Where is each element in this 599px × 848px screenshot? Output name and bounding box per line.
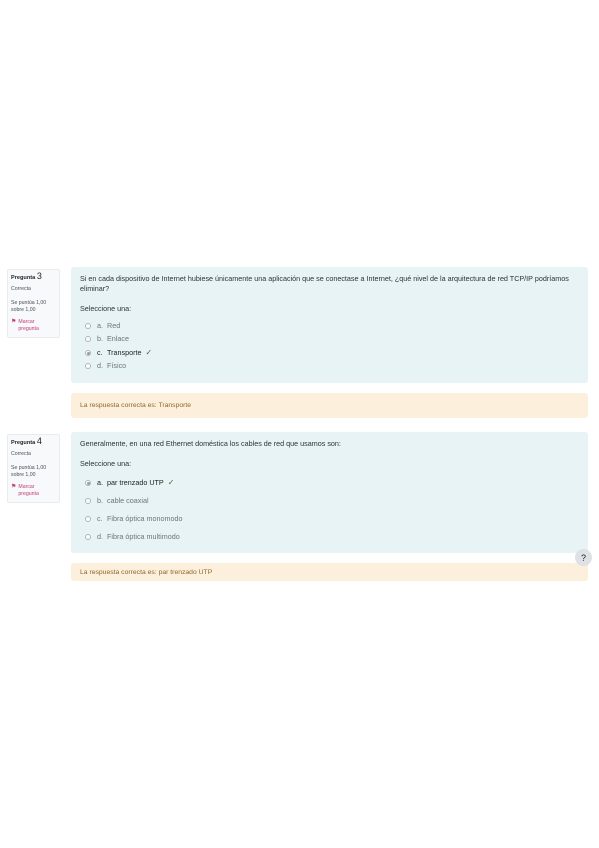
question-info: Pregunta 4 Correcta Se puntúa 1,00 sobre… — [7, 434, 60, 503]
help-button[interactable]: ? — [575, 549, 592, 566]
flag-question-link[interactable]: ⚑ Marcar pregunta — [11, 484, 56, 498]
radio-button[interactable] — [85, 516, 91, 522]
radio-button[interactable] — [85, 498, 91, 504]
option-text: Transporte — [107, 347, 142, 357]
question-number: Pregunta 3 — [11, 271, 56, 282]
question-state: Correcta — [11, 451, 31, 457]
option-letter: c. — [97, 514, 103, 523]
radio-button-checked[interactable] — [85, 349, 91, 356]
option-text: Red — [107, 320, 121, 330]
flag-label: Marcar pregunta — [18, 484, 39, 497]
option-text: Fibra óptica monomodo — [107, 514, 183, 523]
question-grade: Se puntúa 1,00 sobre 1,00 — [11, 465, 47, 478]
option-text: Físico — [107, 361, 127, 371]
question-feedback: La respuesta correcta es: par trenzado U… — [71, 563, 588, 581]
answer-prompt: Seleccione una: — [80, 459, 132, 468]
question-text: Si en cada dispositivo de Internet hubie… — [80, 274, 569, 293]
option-letter: a. — [97, 478, 103, 487]
question-num: 3 — [36, 271, 42, 281]
option-text: Fibra óptica multimodo — [107, 532, 180, 541]
question-num: 4 — [36, 436, 42, 446]
flag-label: Marcar pregunta — [18, 319, 39, 332]
question-feedback: La respuesta correcta es: Transporte — [71, 393, 588, 418]
answer-option-c[interactable]: c. Transporte ✓ — [80, 346, 579, 360]
option-letter: b. — [97, 496, 103, 505]
option-letter: d. — [97, 532, 103, 541]
option-text: par trenzado UTP — [107, 478, 164, 487]
answer-option-d[interactable]: d. Fibra óptica multimodo — [80, 528, 579, 546]
flag-icon: ⚑ — [11, 484, 17, 490]
answer-option-d[interactable]: d. Físico — [80, 360, 579, 374]
question-formulation: Generalmente, en una red Ethernet domést… — [71, 432, 588, 553]
option-text: Enlace — [107, 334, 129, 344]
radio-button[interactable] — [85, 363, 91, 370]
option-letter: a. — [97, 320, 103, 330]
answer-option-a[interactable]: a. Red — [80, 319, 579, 333]
option-letter: d. — [97, 361, 103, 371]
question-number: Pregunta 4 — [11, 436, 56, 447]
option-letter: b. — [97, 334, 103, 344]
question-grade: Se puntúa 1,00 sobre 1,00 — [11, 300, 47, 313]
question-state: Correcta — [11, 286, 31, 292]
answer-option-a[interactable]: a. par trenzado UTP ✓ — [80, 474, 579, 492]
answer-option-b[interactable]: b. cable coaxial — [80, 492, 579, 510]
option-letter: c. — [97, 347, 103, 357]
checkmark-icon: ✓ — [145, 347, 153, 357]
question-label: Pregunta — [11, 275, 36, 281]
option-text: cable coaxial — [107, 496, 149, 505]
radio-button[interactable] — [85, 336, 91, 343]
question-text: Generalmente, en una red Ethernet domést… — [80, 439, 341, 448]
flag-question-link[interactable]: ⚑ Marcar pregunta — [11, 319, 56, 333]
question-label: Pregunta — [11, 440, 36, 446]
answer-option-c[interactable]: c. Fibra óptica monomodo — [80, 510, 579, 528]
radio-button[interactable] — [85, 534, 91, 540]
question-info: Pregunta 3 Correcta Se puntúa 1,00 sobre… — [7, 269, 60, 338]
question-formulation: Si en cada dispositivo de Internet hubie… — [71, 267, 588, 383]
answer-option-b[interactable]: b. Enlace — [80, 333, 579, 347]
radio-button[interactable] — [85, 322, 91, 329]
checkmark-icon: ✓ — [167, 478, 175, 487]
flag-icon: ⚑ — [11, 319, 17, 325]
radio-button-checked[interactable] — [85, 480, 91, 486]
answer-prompt: Seleccione una: — [80, 304, 132, 313]
